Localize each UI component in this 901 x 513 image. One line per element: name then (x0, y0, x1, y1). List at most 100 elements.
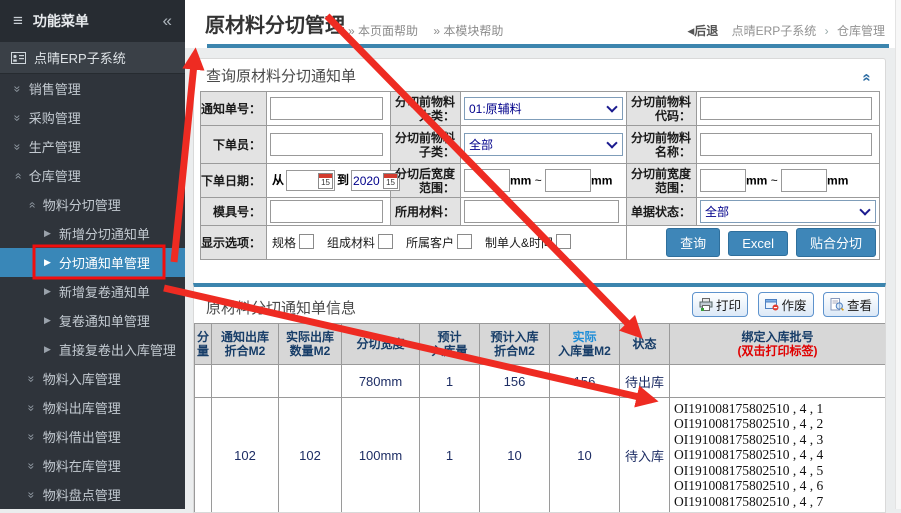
chevron-double-down-icon: » (11, 85, 23, 92)
help-links: » 本页面帮助 » 本模块帮助 (348, 22, 515, 39)
arrow-right-icon: ▶ (44, 286, 51, 297)
sidebar-item-stocktake-mgmt[interactable]: »物料盘点管理 (0, 480, 185, 509)
sidebar-item-new-slit-notice[interactable]: ▶新增分切通知单 (0, 219, 185, 248)
chevron-double-down-icon: » (11, 143, 23, 150)
batch-line: OI191008175802510 , 4 , 2 (674, 416, 881, 431)
sidebar-item-slit-notice-mgmt[interactable]: ▶分切通知单管理 (0, 248, 185, 277)
batch-number-cell[interactable]: OI191008175802510 , 4 , 1 OI191008175802… (670, 398, 886, 513)
notice-no-input[interactable] (270, 97, 383, 120)
sidebar-item-slitting-mgmt[interactable]: »物料分切管理 (0, 190, 185, 219)
system-label: 点晴ERP子系统 (34, 48, 126, 67)
batch-line: OI191008175802510 , 4 , 4 (674, 447, 881, 462)
chevron-double-down-icon: » (25, 375, 37, 382)
date-from-input[interactable] (288, 172, 318, 189)
sidebar: ≡ 功能菜单 « 点晴ERP子系统 »销售管理 »采购管理 »生产管理 »仓库管… (0, 0, 185, 509)
void-doc-icon (765, 298, 779, 311)
chevron-double-down-icon: » (25, 491, 37, 498)
breadcrumb-warehouse[interactable]: 仓库管理 (837, 24, 885, 38)
col-actual-out-qty: 实际出库数量M2 (279, 324, 342, 365)
laminate-slit-button[interactable]: 贴合分切 (796, 228, 876, 257)
pre-width-max-input[interactable] (781, 169, 827, 192)
printer-icon (699, 298, 713, 311)
mold-no-input[interactable] (270, 200, 383, 223)
page-header: 原材料分切管理 » 本页面帮助 » 本模块帮助 ◀后退 点晴ERP子系统 › 仓… (185, 0, 901, 48)
void-button[interactable]: 作废 (758, 292, 814, 317)
module-help-link[interactable]: » 本模块帮助 (433, 24, 503, 38)
scrollbar-track[interactable] (895, 0, 901, 509)
post-width-min-input[interactable] (464, 169, 510, 192)
chevron-double-down-icon: » (25, 462, 37, 469)
material-input[interactable] (464, 200, 619, 223)
view-button[interactable]: 查看 (823, 292, 879, 317)
breadcrumb: ◀后退 点晴ERP子系统 › 仓库管理 (687, 22, 885, 39)
calendar-icon[interactable] (383, 173, 398, 189)
print-button[interactable]: 打印 (692, 292, 748, 317)
col-batch: 绑定入库批号(双击打印标签) (670, 324, 886, 365)
search-form: 通知单号： 分切前物料大类： 01:原辅料 分切前物料代码： 下单员： 分切前物… (200, 91, 880, 260)
doc-status-select[interactable]: 全部 (700, 200, 876, 223)
sidebar-system-item[interactable]: 点晴ERP子系统 (0, 42, 185, 74)
breadcrumb-system[interactable]: 点晴ERP子系统 (732, 24, 817, 38)
sidebar-item-direct-rewind-io[interactable]: ▶直接复卷出入库管理 (0, 335, 185, 364)
page-help-link[interactable]: » 本页面帮助 (348, 24, 418, 38)
excel-button[interactable]: Excel (728, 231, 788, 256)
sidebar-item-purchase[interactable]: »采购管理 (0, 103, 185, 132)
breadcrumb-separator: › (825, 24, 829, 38)
table-header-row: 分量 通知出库折合M2 实际出库数量M2 分切宽度 预计入库量 预计入库折合M2… (195, 324, 886, 365)
collapse-sidebar-icon[interactable]: « (163, 11, 172, 31)
table-row: 102 102 100mm 1 10 10 待入库 OI191008175802… (195, 398, 886, 513)
search-panel-title: 查询原材料分切通知单 (206, 65, 356, 86)
sidebar-item-new-rewind-notice[interactable]: ▶新增复卷通知单 (0, 277, 185, 306)
magnifier-icon (830, 298, 844, 311)
batch-line: OI191008175802510 , 4 , 5 (674, 463, 881, 478)
page-title: 原材料分切管理 (205, 9, 345, 38)
sidebar-item-production[interactable]: »生产管理 (0, 132, 185, 161)
chevron-down-icon (859, 204, 870, 215)
status-badge: 待入库 (620, 398, 670, 513)
pre-subclass-select[interactable]: 全部 (464, 133, 623, 156)
chevron-double-down-icon: » (25, 433, 37, 440)
customer-checkbox[interactable] (457, 234, 472, 249)
arrow-right-icon: ▶ (44, 344, 51, 355)
post-width-max-input[interactable] (545, 169, 591, 192)
orderer-input[interactable] (270, 133, 383, 156)
pre-name-input[interactable] (700, 133, 872, 156)
pre-code-input[interactable] (700, 97, 872, 120)
arrow-right-icon: ▶ (44, 257, 51, 268)
sidebar-item-warehouse[interactable]: »仓库管理 (0, 161, 185, 190)
pre-width-min-input[interactable] (700, 169, 746, 192)
table-row: 780mm 1 156 156 待出库 (195, 365, 886, 398)
sidebar-item-sales[interactable]: »销售管理 (0, 74, 185, 103)
spec-checkbox[interactable] (299, 234, 314, 249)
sidebar-header: ≡ 功能菜单 « (0, 0, 185, 42)
sidebar-item-outbound-mgmt[interactable]: »物料出库管理 (0, 393, 185, 422)
col-notice-out-m2: 通知出库折合M2 (212, 324, 279, 365)
composition-checkbox[interactable] (378, 234, 393, 249)
sidebar-item-inbound-mgmt[interactable]: »物料入库管理 (0, 364, 185, 393)
arrow-right-icon: ▶ (44, 315, 51, 326)
arrow-right-icon: ▶ (44, 228, 51, 239)
date-to-input[interactable] (353, 172, 383, 189)
status-badge: 待出库 (620, 365, 670, 398)
title-divider (207, 44, 889, 48)
chevron-double-down-icon: » (25, 404, 37, 411)
col-est-in-qty: 预计入库量 (420, 324, 480, 365)
notice-table: 分量 通知出库折合M2 实际出库数量M2 分切宽度 预计入库量 预计入库折合M2… (194, 323, 886, 513)
sidebar-item-rewind-notice-mgmt[interactable]: ▶复卷通知单管理 (0, 306, 185, 335)
col-qty: 分量 (195, 324, 212, 365)
col-est-in-m2: 预计入库折合M2 (480, 324, 550, 365)
back-button[interactable]: ◀后退 (687, 24, 718, 38)
batch-line: OI191008175802510 , 4 , 6 (674, 478, 881, 493)
col-actual-in-m2: 实际入库量M2 (550, 324, 620, 365)
collapse-panel-icon[interactable]: « (858, 73, 875, 81)
query-button[interactable]: 查询 (666, 228, 720, 257)
batch-line: OI191008175802510 , 4 , 1 (674, 401, 881, 416)
search-panel: 查询原材料分切通知单 « 通知单号： 分切前物料大类： 01:原辅料 分切前物料… (193, 58, 886, 285)
batch-line: OI191008175802510 , 4 , 7 (674, 494, 881, 509)
calendar-icon[interactable] (318, 173, 333, 189)
chevron-double-up-icon: » (11, 172, 23, 179)
pre-class-select[interactable]: 01:原辅料 (464, 97, 623, 120)
sidebar-item-instock-mgmt[interactable]: »物料在库管理 (0, 451, 185, 480)
sidebar-item-lending-mgmt[interactable]: »物料借出管理 (0, 422, 185, 451)
maker-time-checkbox[interactable] (556, 234, 571, 249)
